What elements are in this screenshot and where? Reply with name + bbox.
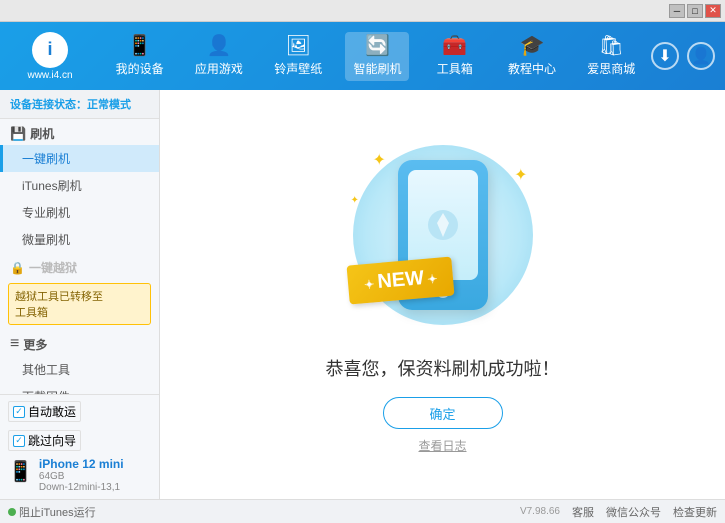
header: i www.i4.cn 📱 我的设备 👤 应用游戏 🖼 铃声壁纸 🔄 智能刷机 … (0, 22, 725, 90)
sidebar-item-itunes-flash[interactable]: iTunes刷机 (0, 172, 159, 199)
header-right: ⬇ 👤 (651, 42, 725, 70)
content-area: ✦ ✦ ✦ NEW 恭喜您，保资料刷机成功啦！ 确定 查看日志 (160, 90, 725, 499)
status-bar-left: 阻止iTunes运行 (8, 504, 520, 520)
nav-apps-games[interactable]: 👤 应用游戏 (187, 32, 251, 81)
nav-ringtones[interactable]: 🖼 铃声壁纸 (266, 32, 330, 81)
auto-start-checkbox[interactable] (13, 406, 25, 418)
pro-flash-label: 专业刷机 (22, 206, 70, 220)
daily-log-link[interactable]: 查看日志 (418, 437, 466, 454)
nav-bar: 📱 我的设备 👤 应用游戏 🖼 铃声壁纸 🔄 智能刷机 🧰 工具箱 🎓 教程中心… (100, 22, 651, 90)
nav-ringtones-icon: 🖼 (286, 36, 311, 56)
device-status-value: 正常模式 (87, 99, 131, 111)
auto-start-label: 自动敢运 (28, 403, 76, 420)
sidebar-device-info: 自动敢运 跳过向导 📱 iPhone 12 mini 64GB Down-12m… (0, 394, 159, 499)
auto-start-checkbox-label[interactable]: 自动敢运 (8, 401, 81, 422)
close-button[interactable]: ✕ (705, 4, 721, 18)
skip-wizard-checkbox-label[interactable]: 跳过向导 (8, 430, 81, 451)
nav-tutorials[interactable]: 🎓 教程中心 (500, 32, 564, 81)
logo-site: www.i4.cn (27, 70, 72, 81)
sparkle-1: ✦ (373, 150, 386, 170)
sparkle-3: ✦ (351, 195, 359, 206)
phone-screen-icon (423, 205, 463, 245)
device-details: iPhone 12 mini 64GB Down-12mini-13,1 (39, 457, 124, 493)
skip-wizard-label: 跳过向导 (28, 432, 76, 449)
profile-button[interactable]: 👤 (687, 42, 715, 70)
one-click-flash-label: 一键刷机 (22, 152, 70, 166)
nav-toolbox[interactable]: 🧰 工具箱 (425, 32, 485, 81)
sidebar-item-download-fw[interactable]: 下载固件 (0, 383, 159, 394)
other-tools-label: 其他工具 (22, 363, 70, 377)
status-bar-right: V7.98.66 客服 微信公众号 检查更新 (520, 504, 717, 520)
device-status-label: 设备连接状态： (10, 99, 87, 111)
logo-icon: i (32, 32, 68, 68)
nav-mall[interactable]: 🛍 爱思商城 (579, 32, 643, 81)
minimize-button[interactable]: ─ (669, 4, 685, 18)
customer-service-link[interactable]: 客服 (572, 504, 594, 520)
nav-smart-flash-icon: 🔄 (365, 36, 390, 56)
wechat-link[interactable]: 微信公众号 (606, 504, 661, 520)
jailbreak-notice-text: 越狱工具已转移至工具箱 (15, 291, 103, 319)
checkbox-group: 自动敢运 跳过向导 (8, 401, 151, 451)
sparkle-2: ✦ (514, 165, 527, 185)
logo-area[interactable]: i www.i4.cn (0, 32, 100, 81)
micro-flash-label: 微量刷机 (22, 233, 70, 247)
sidebar-item-other-tools[interactable]: 其他工具 (0, 356, 159, 383)
main-layout: 设备连接状态：正常模式 💾 刷机 一键刷机 iTunes刷机 专业刷机 微量刷机… (0, 90, 725, 499)
nav-apps-icon: 👤 (206, 36, 231, 56)
device-version: Down-12mini-13,1 (39, 482, 124, 493)
sidebar-more-header: ≡ 更多 (0, 329, 159, 356)
status-bar: 阻止iTunes运行 V7.98.66 客服 微信公众号 检查更新 (0, 499, 725, 523)
sidebar-jailbreak-header: 🔒 一键越狱 (0, 253, 159, 279)
nav-mall-label: 爱思商城 (587, 60, 635, 77)
nav-my-device-label: 我的设备 (116, 60, 164, 77)
itunes-status: 阻止iTunes运行 (8, 504, 96, 520)
skip-wizard-checkbox[interactable] (13, 435, 25, 447)
title-bar: ─ □ ✕ (0, 0, 725, 22)
window-controls: ─ □ ✕ (669, 4, 721, 18)
flash-section-icon: 💾 (10, 126, 26, 142)
nav-mall-icon: 🛍 (599, 36, 624, 56)
confirm-button-label: 确定 (429, 404, 455, 423)
download-button[interactable]: ⬇ (651, 42, 679, 70)
nav-toolbox-label: 工具箱 (437, 60, 473, 77)
jailbreak-section-title: 一键越狱 (29, 259, 77, 276)
device-info-row: 📱 iPhone 12 mini 64GB Down-12mini-13,1 (8, 457, 151, 493)
more-section-title: 更多 (23, 336, 47, 353)
restore-button[interactable]: □ (687, 4, 703, 18)
nav-apps-label: 应用游戏 (195, 60, 243, 77)
hero-container: ✦ ✦ ✦ NEW (343, 135, 543, 335)
device-name: iPhone 12 mini (39, 457, 124, 471)
check-update-link[interactable]: 检查更新 (673, 504, 717, 520)
more-section-icon: ≡ (10, 335, 19, 353)
device-status-bar: 设备连接状态：正常模式 (0, 90, 159, 119)
jailbreak-lock-icon: 🔒 (10, 261, 25, 275)
itunes-status-text: 阻止iTunes运行 (19, 504, 96, 520)
confirm-button[interactable]: 确定 (383, 397, 503, 429)
jailbreak-notice: 越狱工具已转移至工具箱 (8, 283, 151, 325)
sidebar: 设备连接状态：正常模式 💾 刷机 一键刷机 iTunes刷机 专业刷机 微量刷机… (0, 90, 160, 499)
itunes-status-dot (8, 508, 16, 516)
sidebar-item-one-click-flash[interactable]: 一键刷机 (0, 145, 159, 172)
itunes-flash-label: iTunes刷机 (22, 179, 82, 193)
flash-section-title: 刷机 (30, 125, 54, 142)
sidebar-item-micro-flash[interactable]: 微量刷机 (0, 226, 159, 253)
sidebar-item-pro-flash[interactable]: 专业刷机 (0, 199, 159, 226)
nav-my-device-icon: 📱 (127, 36, 152, 56)
success-message: 恭喜您，保资料刷机成功啦！ (326, 355, 560, 381)
sidebar-flash-header: 💾 刷机 (0, 119, 159, 145)
version-text: V7.98.66 (520, 506, 560, 517)
nav-toolbox-icon: 🧰 (442, 36, 467, 56)
sidebar-main: 设备连接状态：正常模式 💾 刷机 一键刷机 iTunes刷机 专业刷机 微量刷机… (0, 90, 159, 394)
nav-my-device[interactable]: 📱 我的设备 (108, 32, 172, 81)
phone-device-icon: 📱 (8, 459, 33, 484)
nav-ringtones-label: 铃声壁纸 (274, 60, 322, 77)
device-storage: 64GB (39, 471, 124, 482)
nav-tutorials-label: 教程中心 (508, 60, 556, 77)
nav-tutorials-icon: 🎓 (520, 36, 545, 56)
nav-smart-flash[interactable]: 🔄 智能刷机 (345, 32, 409, 81)
nav-smart-flash-label: 智能刷机 (353, 60, 401, 77)
